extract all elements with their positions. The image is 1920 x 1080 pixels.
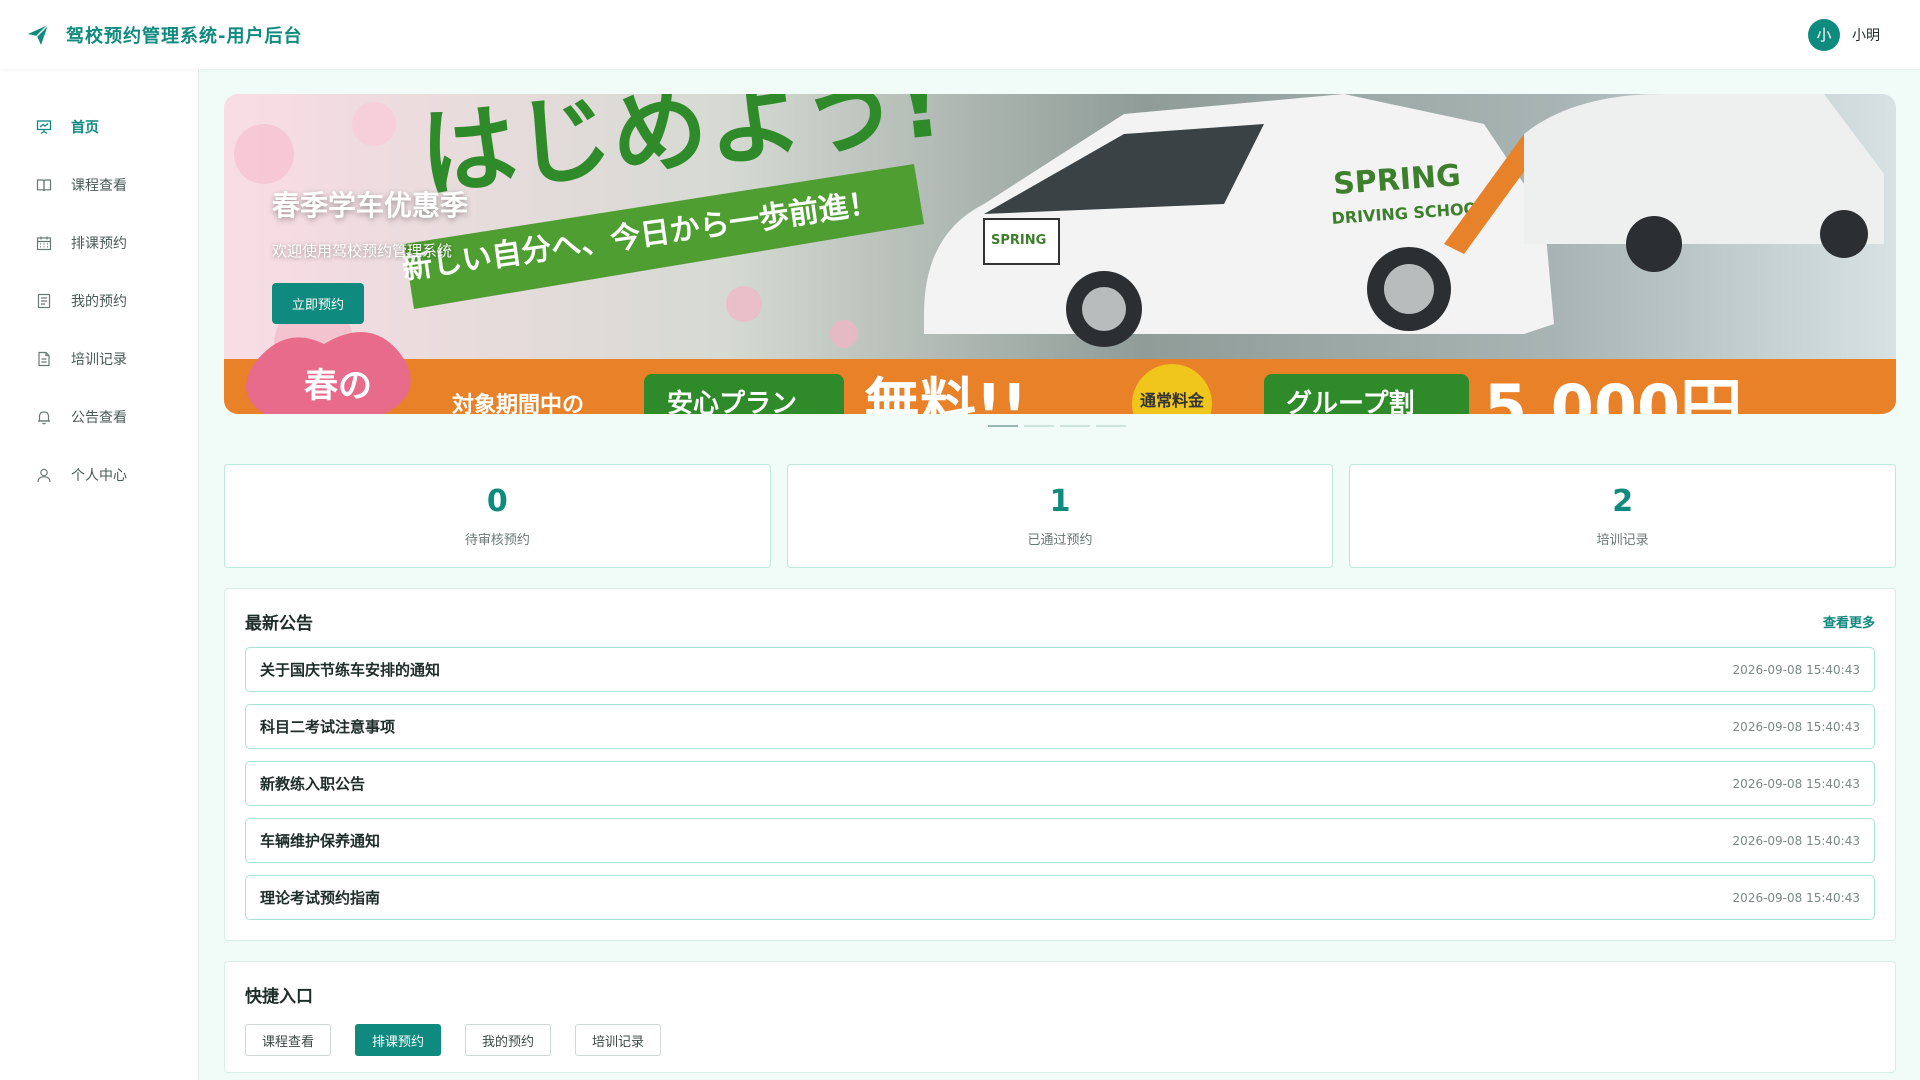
banner-subtitle: 欢迎使用驾校预约管理系统	[272, 242, 453, 260]
calendar-icon	[35, 234, 53, 252]
book-now-button[interactable]: 立即预约	[272, 283, 365, 324]
username[interactable]: 小明	[1852, 25, 1880, 45]
quick-my-bookings-button[interactable]: 我的预约	[465, 1024, 552, 1056]
sidebar-item-my-bookings[interactable]: 我的预约	[0, 272, 198, 330]
stat-card-pending[interactable]: 0 待审核预约	[224, 464, 771, 568]
car-plate-text: SPRING	[991, 233, 1046, 248]
sidebar-item-label: 培训记录	[71, 352, 127, 368]
banner-badge-text: 春の	[304, 366, 372, 406]
stat-label: 已通过预约	[1027, 533, 1093, 548]
document-icon	[35, 292, 53, 310]
notice-list: 关于国庆节练车安排的通知 2026-09-08 15:40:43 科目二考试注意…	[245, 647, 1875, 920]
sidebar-item-label: 个人中心	[71, 468, 127, 484]
sidebar-item-profile[interactable]: 个人中心	[0, 446, 198, 504]
notices-header: 最新公告 查看更多	[245, 609, 1875, 634]
carousel-dot[interactable]	[1060, 425, 1090, 427]
paper-plane-icon	[26, 23, 50, 47]
quick-buttons: 课程查看 排课预约 我的预约 培训记录	[245, 1024, 1875, 1056]
avatar[interactable]: 小	[1808, 18, 1840, 51]
notice-date: 2026-09-08 15:40:43	[1732, 890, 1860, 905]
stat-value: 0	[486, 484, 508, 519]
banner-normal-text: 通常料金	[1140, 391, 1205, 410]
notice-title: 车辆维护保养通知	[260, 832, 381, 850]
banner-title: 春季学车优惠季	[272, 189, 469, 222]
banner-group-text: グループ割	[1286, 388, 1414, 414]
sidebar-item-label: 我的预约	[71, 294, 127, 310]
latest-notices-panel: 最新公告 查看更多 关于国庆节练车安排的通知 2026-09-08 15:40:…	[224, 588, 1896, 941]
promo-banner[interactable]: はじめよう! 新しい自分へ、今日から一歩前進！ SPRING SPRING DR…	[224, 94, 1896, 414]
banner-price-text: 5,000円	[1484, 371, 1742, 414]
quick-title: 快捷入口	[245, 986, 313, 1007]
stats-row: 0 待审核预约 1 已通过预约 2 培训记录	[224, 464, 1897, 568]
bell-icon	[35, 408, 53, 426]
user-icon	[35, 466, 53, 484]
notice-date: 2026-09-08 15:40:43	[1732, 776, 1860, 791]
brand[interactable]: 驾校预约管理系统-用户后台	[26, 22, 302, 48]
carousel-dot[interactable]	[1096, 425, 1126, 427]
notice-item[interactable]: 关于国庆节练车安排的通知 2026-09-08 15:40:43	[245, 647, 1875, 692]
sidebar-item-announcements[interactable]: 公告查看	[0, 388, 198, 446]
app-title: 驾校预约管理系统-用户后台	[66, 25, 303, 47]
quick-header: 快捷入口	[245, 982, 1875, 1007]
notice-title: 关于国庆节练车安排的通知	[260, 661, 441, 679]
file-icon	[35, 350, 53, 368]
carousel-dot[interactable]	[1024, 425, 1054, 427]
user-menu[interactable]: 小 小明	[1808, 18, 1880, 51]
notice-title: 理论考试预约指南	[260, 889, 381, 907]
stat-card-training[interactable]: 2 培训记录	[1349, 464, 1897, 568]
sidebar-item-schedule[interactable]: 排课预约	[0, 214, 198, 272]
quick-schedule-button[interactable]: 排课预约	[355, 1024, 442, 1056]
quick-courses-button[interactable]: 课程查看	[245, 1024, 332, 1056]
banner-bottom-left: 対象期間中の	[452, 392, 584, 414]
notice-item[interactable]: 理论考试预约指南 2026-09-08 15:40:43	[245, 875, 1875, 920]
banner-image: はじめよう! 新しい自分へ、今日から一歩前進！ SPRING SPRING DR…	[224, 94, 1896, 414]
notice-date: 2026-09-08 15:40:43	[1732, 719, 1860, 734]
notice-item[interactable]: 新教练入职公告 2026-09-08 15:40:43	[245, 761, 1875, 806]
notice-date: 2026-09-08 15:40:43	[1732, 662, 1860, 677]
presentation-icon	[35, 118, 53, 136]
banner-free-text: 無料!!	[864, 373, 1027, 414]
stat-label: 培训记录	[1596, 533, 1649, 548]
sidebar-item-training-records[interactable]: 培训记录	[0, 330, 198, 388]
sidebar-item-label: 课程查看	[71, 178, 127, 194]
stat-value: 1	[1049, 484, 1071, 519]
book-icon	[35, 176, 53, 194]
top-header: 驾校预约管理系统-用户后台 小 小明	[0, 0, 1920, 69]
quick-entry-panel: 快捷入口 课程查看 排课预约 我的预约 培训记录	[224, 961, 1896, 1073]
notice-date: 2026-09-08 15:40:43	[1732, 833, 1860, 848]
stat-label: 待审核预约	[464, 533, 530, 548]
carousel-indicators	[988, 425, 1126, 427]
sidebar-item-label: 首页	[71, 120, 99, 136]
sidebar-item-home[interactable]: 首页	[0, 98, 198, 156]
sidebar-item-courses[interactable]: 课程查看	[0, 156, 198, 214]
notices-title: 最新公告	[245, 613, 313, 634]
banner-plan-text: 安心プラン	[667, 389, 797, 414]
stat-value: 2	[1612, 484, 1634, 519]
notice-item[interactable]: 科目二考试注意事项 2026-09-08 15:40:43	[245, 704, 1875, 749]
notice-title: 新教练入职公告	[260, 775, 366, 793]
view-more-link[interactable]: 查看更多	[1823, 612, 1875, 631]
quick-training-records-button[interactable]: 培训记录	[575, 1024, 662, 1056]
notice-title: 科目二考试注意事项	[260, 718, 396, 736]
sidebar-item-label: 公告查看	[71, 410, 127, 426]
sidebar-item-label: 排课预约	[71, 236, 127, 252]
banner-content: 春季学车优惠季 欢迎使用驾校预约管理系统 立即预约	[272, 184, 468, 324]
sidebar: 首页 课程查看 排课预约 我的预约 培训记录 公告查看 个人中心	[0, 69, 199, 1080]
stat-card-approved[interactable]: 1 已通过预约	[786, 464, 1334, 568]
carousel-dot[interactable]	[988, 425, 1018, 427]
notice-item[interactable]: 车辆维护保养通知 2026-09-08 15:40:43	[245, 818, 1875, 863]
